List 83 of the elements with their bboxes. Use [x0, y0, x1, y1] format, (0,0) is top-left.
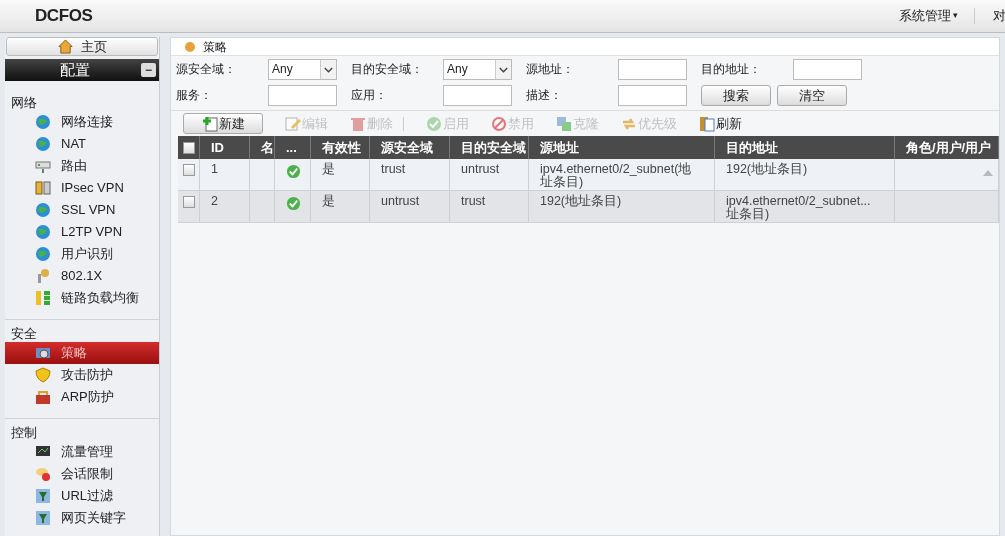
table-cell-text: trust	[461, 193, 487, 208]
globe-icon	[35, 224, 51, 240]
checkbox[interactable]	[182, 196, 195, 208]
select-field[interactable]: Any	[268, 58, 337, 80]
nav-item[interactable]: URL过滤	[5, 485, 159, 507]
globe-icon	[35, 136, 51, 152]
table-cell-text: 192(地址条目)	[540, 193, 623, 208]
globe-icon	[35, 114, 51, 130]
scroll-up-icon[interactable]	[983, 170, 993, 176]
table-cell: ipv4.ethernet0/2_subnet(地址条目)	[540, 161, 693, 189]
table-cell-text: 1	[211, 161, 219, 176]
lock-icon	[35, 389, 51, 405]
checkbox[interactable]	[182, 164, 195, 176]
form-button[interactable]: 清空	[777, 84, 847, 106]
filter-label: 描述：	[526, 87, 563, 104]
nav-item[interactable]: 链路负载均衡	[5, 287, 159, 309]
house-icon	[57, 39, 73, 54]
text-field[interactable]	[268, 84, 337, 106]
pencil-icon	[285, 115, 301, 132]
copy-icon	[556, 115, 572, 132]
server-icon	[35, 180, 51, 196]
nav-item[interactable]: L2TP VPN	[5, 221, 159, 243]
nav-item[interactable]: 流量管理	[5, 441, 159, 463]
table-cell-text: trust	[381, 161, 407, 176]
nav-item[interactable]: ARP防护	[5, 386, 159, 408]
group-label: 控制	[10, 424, 38, 441]
table-cell-text: 是	[322, 193, 336, 208]
plus-icon	[201, 115, 218, 132]
filter-label: 源地址：	[526, 61, 575, 78]
table-cell-text: 192(地址条目)	[726, 161, 809, 176]
logo: DCFOS	[35, 5, 93, 28]
nav-item[interactable]: 网络连接	[5, 111, 159, 133]
text-field[interactable]	[793, 58, 862, 80]
document-icon	[699, 115, 715, 132]
section-title: 配置	[60, 59, 90, 80]
group-label: 网络	[10, 94, 38, 111]
shield-icon	[35, 367, 51, 383]
home-button[interactable]: 主页	[6, 37, 158, 56]
globe-icon	[35, 246, 51, 262]
prohibited-icon	[491, 115, 507, 132]
trash-icon	[350, 115, 366, 132]
globe-icon	[35, 202, 51, 218]
text-field[interactable]	[618, 58, 687, 80]
form-button[interactable]: 搜索	[701, 84, 771, 106]
text-field[interactable]	[618, 84, 687, 106]
toolbar-button[interactable]: 新建	[183, 113, 263, 134]
table-cell-text: 是	[322, 161, 336, 176]
table-cell-text: untrust	[461, 161, 501, 176]
nav-item[interactable]: 网页关键字	[5, 507, 159, 529]
nav-item[interactable]: 攻击防护	[5, 364, 159, 386]
nav-item[interactable]: 路由	[5, 155, 159, 177]
router-icon	[35, 158, 51, 174]
select-field[interactable]: Any	[443, 58, 512, 80]
check-icon	[426, 115, 442, 132]
group-label: 安全	[10, 325, 38, 342]
nav-item[interactable]: 用户识别	[5, 243, 159, 265]
nav-item[interactable]: 策略	[5, 342, 159, 364]
filter-label: 应用：	[351, 87, 388, 104]
filter-label: 目的地址：	[701, 61, 762, 78]
filter-label: 目的安全域：	[351, 61, 424, 78]
nav-item[interactable]: NAT	[5, 133, 159, 155]
funnel-icon	[35, 488, 51, 504]
chevron-down-icon	[320, 59, 336, 79]
table-cell-text: 2	[211, 193, 219, 208]
nav-item[interactable]: 会话限制	[5, 463, 159, 485]
nav-item[interactable]: 802.1X	[5, 265, 159, 287]
nav-item[interactable]: IPsec VPN	[5, 177, 159, 199]
filter-label: 服务：	[176, 87, 213, 104]
table-cell-text: ipv4.ethernet0/2_subnet...址条目)	[726, 193, 872, 221]
chat-icon	[35, 466, 51, 482]
grid-icon	[35, 290, 51, 306]
checkbox[interactable]	[182, 141, 195, 154]
text-field[interactable]	[443, 84, 512, 106]
toolbar-button[interactable]: 刷新	[699, 113, 742, 134]
nav-item[interactable]: SSL VPN	[5, 199, 159, 221]
menu-item[interactable]: 对	[993, 6, 1005, 26]
collapse-button[interactable]: −	[141, 63, 156, 77]
funnel-icon	[35, 510, 51, 526]
panel-title: 策略	[203, 38, 227, 56]
system-menu[interactable]: 系统管理▾	[899, 6, 958, 26]
chevron-down-icon	[495, 59, 511, 79]
filter-label: 源安全域：	[176, 61, 237, 78]
table-cell-text: untrust	[381, 193, 421, 208]
